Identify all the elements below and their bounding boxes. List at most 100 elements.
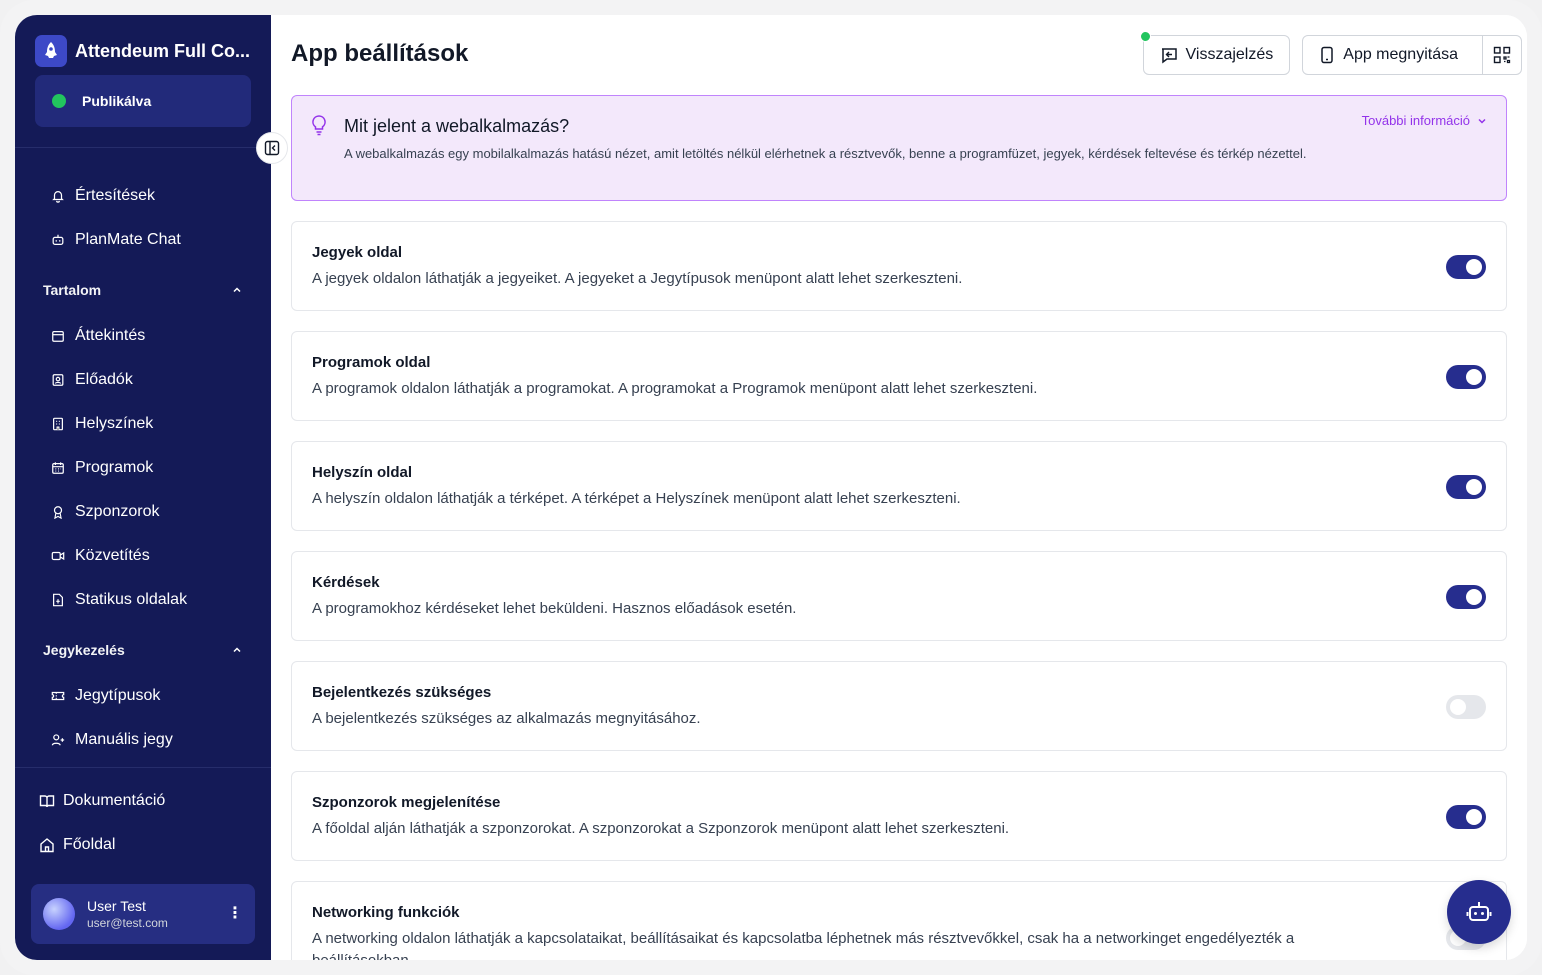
sidebar-item-label: PlanMate Chat [75, 231, 181, 248]
section-tickets-toggle[interactable]: Jegykezelés [43, 642, 243, 658]
calendar-days-icon [52, 462, 64, 474]
open-app-label: App megnyitása [1343, 46, 1458, 63]
sidebar-item-planmate-chat[interactable]: PlanMate Chat [51, 228, 181, 252]
sidebar-item-notifications[interactable]: Értesítések [51, 184, 155, 208]
setting-toggle[interactable] [1446, 695, 1486, 719]
panel-left-close-icon [264, 140, 280, 156]
building-icon [53, 417, 63, 431]
publish-status[interactable]: Publikálva [35, 75, 251, 127]
sidebar-item-manual-ticket[interactable]: Manuális jegy [51, 728, 173, 752]
user-menu[interactable]: User Test user@test.com ⋮ [31, 884, 255, 944]
setting-card-tickets: Jegyek oldal A jegyek oldalon láthatják … [291, 221, 1507, 311]
sidebar-item-label: Szponzorok [75, 503, 160, 520]
brand-name: Attendeum Full Co... [75, 40, 250, 61]
status-dot [52, 94, 66, 108]
setting-toggle[interactable] [1446, 365, 1486, 389]
setting-description: A programok oldalon láthatják a programo… [312, 380, 1038, 397]
qr-code-button[interactable] [1482, 36, 1521, 74]
sidebar-item-label: Helyszínek [75, 415, 154, 432]
sidebar-item-label: Dokumentáció [63, 792, 166, 809]
setting-toggle[interactable] [1446, 585, 1486, 609]
user-email: user@test.com [87, 916, 168, 930]
setting-toggle[interactable] [1446, 805, 1486, 829]
sidebar-item-label: Statikus oldalak [75, 591, 188, 608]
sidebar-item-documentation[interactable]: Dokumentáció [39, 792, 165, 810]
setting-description: A networking oldalon láthatják a kapcsol… [312, 930, 1295, 960]
smartphone-icon [1321, 46, 1334, 64]
section-title: Jegykezelés [43, 642, 125, 658]
sidebar-item-label: Főoldal [63, 836, 116, 853]
sidebar-item-overview[interactable]: Áttekintés [51, 324, 145, 348]
setting-toggle[interactable] [1446, 475, 1486, 499]
status-label: Publikálva [82, 93, 152, 109]
sidebar-item-venues[interactable]: Helyszínek [51, 412, 153, 436]
video-icon [51, 551, 65, 561]
sidebar-item-home[interactable]: Főoldal [39, 836, 115, 854]
more-vertical-icon[interactable]: ⋮ [227, 906, 243, 922]
setting-card-login-required: Bejelentkezés szükséges A bejelentkezés … [291, 661, 1507, 751]
open-app-group: App megnyitása [1302, 35, 1522, 75]
section-content-toggle[interactable]: Tartalom [43, 282, 243, 298]
sidebar-item-label: Közvetítés [75, 547, 150, 564]
collapse-sidebar-button[interactable] [256, 132, 288, 164]
assistant-chat-button[interactable] [1447, 880, 1511, 944]
setting-card-sponsors: Szponzorok megjelenítése A főoldal alján… [291, 771, 1507, 861]
setting-description: A főoldal alján láthatják a szponzorokat… [312, 820, 1010, 837]
sidebar-item-label: Értesítések [75, 187, 156, 204]
setting-title: Bejelentkezés szükséges [312, 684, 492, 701]
book-icon [39, 795, 55, 808]
sidebar-item-label: Előadók [75, 371, 133, 388]
bot-icon [1466, 902, 1492, 921]
setting-title: Helyszín oldal [312, 464, 413, 481]
rocket-icon [35, 35, 67, 67]
setting-title: Networking funkciók [312, 904, 460, 921]
chevron-up-icon [233, 647, 241, 653]
brand[interactable]: Attendeum Full Co... [35, 35, 253, 67]
info-title: Mit jelent a webalkalmazás? [344, 116, 570, 136]
setting-title: Szponzorok megjelenítése [312, 794, 501, 811]
more-info-label: További információ [1361, 113, 1470, 128]
setting-title: Kérdések [312, 574, 380, 591]
sidebar-item-ticket-types[interactable]: Jegytípusok [51, 684, 160, 708]
sidebar-item-static-pages[interactable]: Statikus oldalak [51, 588, 187, 612]
user-name: User Test [87, 898, 146, 914]
top-actions: Visszajelzés App megnyitása [1139, 31, 1522, 75]
setting-description: A bejelentkezés szükséges az alkalmazás … [312, 710, 701, 727]
qr-code-icon [1493, 46, 1511, 64]
setting-title: Jegyek oldal [312, 244, 403, 261]
lightbulb-icon [312, 115, 326, 136]
bell-icon [52, 191, 64, 203]
info-text: A webalkalmazás egy mobilalkalmazás hatá… [344, 146, 1307, 161]
notification-dot [1139, 31, 1151, 42]
sidebar-divider [15, 147, 271, 148]
setting-description: A jegyek oldalon láthatják a jegyeiket. … [312, 270, 963, 287]
sidebar-item-label: Programok [75, 459, 154, 476]
ticket-icon [51, 691, 65, 701]
setting-description: A helyszín oldalon láthatják a térképet.… [312, 490, 961, 507]
setting-card-questions: Kérdések A programokhoz kérdéseket lehet… [291, 551, 1507, 641]
open-app-button[interactable]: App megnyitása [1303, 36, 1474, 74]
setting-description: A programokhoz kérdéseket lehet bekülden… [312, 600, 797, 617]
setting-card-programs: Programok oldal A programok oldalon láth… [291, 331, 1507, 421]
sidebar-item-label: Manuális jegy [75, 731, 173, 748]
sidebar-item-label: Jegytípusok [75, 687, 161, 704]
chevron-up-icon [233, 287, 241, 293]
contact-icon [52, 374, 64, 386]
home-icon [40, 838, 54, 853]
setting-title: Programok oldal [312, 354, 431, 371]
sidebar-item-sponsors[interactable]: Szponzorok [51, 500, 160, 524]
message-reply-icon [1161, 48, 1177, 64]
feedback-button[interactable]: Visszajelzés [1139, 31, 1291, 75]
info-callout: Mit jelent a webalkalmazás? A webalkalma… [291, 95, 1507, 201]
sidebar: Attendeum Full Co... Publikálva Értesíté… [15, 15, 271, 960]
sidebar-item-broadcast[interactable]: Közvetítés [51, 544, 150, 568]
sidebar-item-programs[interactable]: Programok [51, 456, 153, 480]
page-title: App beállítások [291, 40, 469, 67]
avatar [43, 898, 75, 930]
sidebar-item-speakers[interactable]: Előadók [51, 368, 133, 392]
setting-card-venue: Helyszín oldal A helyszín oldalon láthat… [291, 441, 1507, 531]
calendar-icon [52, 331, 64, 342]
setting-toggle[interactable] [1446, 255, 1486, 279]
more-info-link[interactable]: További információ [1362, 113, 1488, 128]
section-title: Tartalom [43, 282, 102, 298]
